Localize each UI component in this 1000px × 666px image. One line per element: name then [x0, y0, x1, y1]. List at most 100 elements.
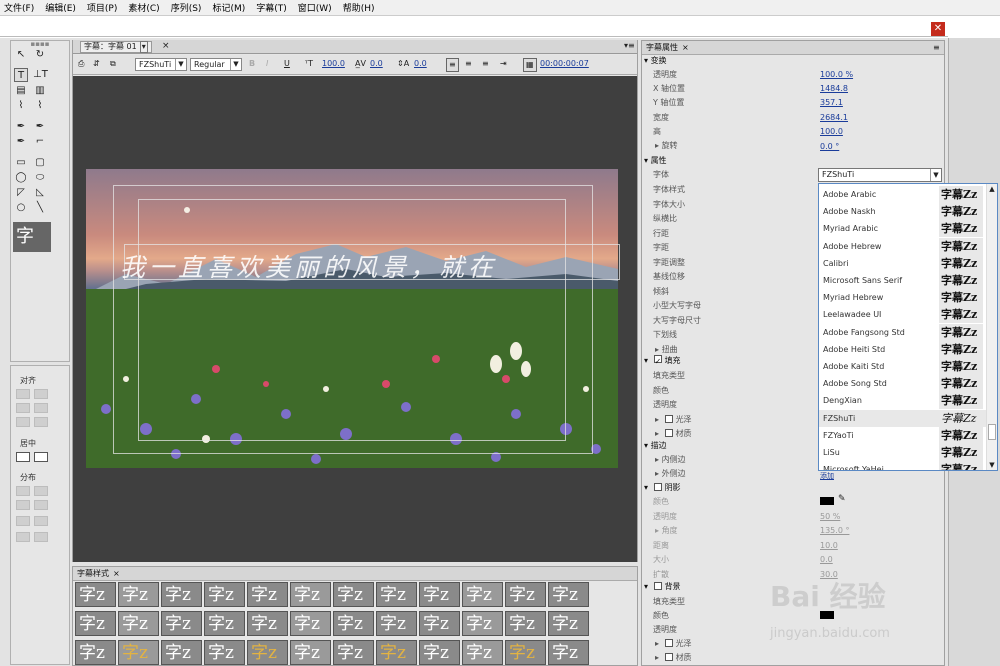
fill-row-label[interactable]: ▸ 光泽: [655, 414, 692, 426]
scroll-thumb[interactable]: [988, 424, 996, 440]
align-left-icon[interactable]: [16, 389, 30, 399]
distribute-right-icon[interactable]: [16, 500, 30, 510]
menu-sequence[interactable]: 序列(S): [171, 1, 202, 14]
style-swatch[interactable]: 字z: [75, 640, 116, 665]
style-swatch[interactable]: 字z: [548, 582, 589, 607]
kerning-value[interactable]: 0.0: [370, 58, 383, 70]
font-list-item[interactable]: Myriad Arabic 字幕Zz: [819, 220, 987, 238]
align-right-icon[interactable]: [16, 417, 30, 427]
italic-icon[interactable]: I: [266, 58, 268, 70]
style-swatch[interactable]: 字z: [75, 582, 116, 607]
rotation-value[interactable]: 0.0 °: [820, 141, 839, 153]
style-swatch[interactable]: 字z: [333, 582, 374, 607]
font-list-item[interactable]: FZYaoTi 字幕Zz: [819, 426, 987, 444]
font-list-item[interactable]: Microsoft YaHei 字幕Zz: [819, 461, 987, 470]
path-type-tool-icon[interactable]: ⌇: [14, 99, 28, 113]
ellipse-tool-icon[interactable]: ○: [14, 201, 28, 215]
panel-menu-icon[interactable]: ▾≡: [624, 41, 635, 50]
style-swatch[interactable]: 字z: [333, 640, 374, 665]
arc-tool-icon[interactable]: ◺: [33, 186, 47, 200]
y-position-value[interactable]: 357.1: [820, 97, 843, 109]
distribute-vspace-icon[interactable]: [34, 532, 48, 542]
selection-tool-icon[interactable]: ↖: [14, 48, 28, 62]
distribute-left-icon[interactable]: [16, 486, 30, 496]
style-swatch[interactable]: 字z: [505, 640, 546, 665]
style-swatch[interactable]: 字z: [290, 611, 331, 636]
shadow-row-value[interactable]: 10.0: [820, 540, 838, 552]
rounded-corner-tool-icon[interactable]: ⬭: [33, 171, 47, 185]
distribute-top-icon[interactable]: [16, 516, 30, 526]
add-anchor-tool-icon[interactable]: ✒: [14, 135, 28, 149]
font-list-item[interactable]: Adobe Song Std 字幕Zz: [819, 375, 987, 393]
style-swatch[interactable]: 字z: [462, 582, 503, 607]
scroll-down-icon[interactable]: ▼: [987, 460, 997, 470]
clipped-corner-tool-icon[interactable]: ◯: [14, 171, 28, 185]
style-swatch[interactable]: 字z: [290, 640, 331, 665]
timecode-value[interactable]: 00:00:00:07: [540, 58, 589, 70]
outer-stroke-row[interactable]: ▸ 外侧边: [655, 468, 686, 480]
inner-stroke-row[interactable]: ▸ 内侧边: [655, 454, 686, 466]
tab-close-icon[interactable]: ×: [162, 41, 170, 51]
height-value[interactable]: 100.0: [820, 126, 843, 138]
rotation-label[interactable]: ▸ 旋转: [655, 140, 678, 152]
vertical-path-type-tool-icon[interactable]: ⌇: [33, 99, 47, 113]
font-family-dropdown[interactable]: FZShuTi ▼: [818, 168, 942, 182]
vertical-area-type-tool-icon[interactable]: ▥: [33, 84, 47, 98]
distribute-center-icon[interactable]: [34, 486, 48, 496]
style-swatch[interactable]: 字z: [118, 582, 159, 607]
tab-close-icon[interactable]: ×: [113, 569, 120, 578]
font-list-item[interactable]: DengXian 字幕Zz: [819, 392, 987, 410]
font-list-item[interactable]: Adobe Arabic 字幕Zz: [819, 186, 987, 203]
x-position-value[interactable]: 1484.8: [820, 83, 848, 95]
background-row-label[interactable]: ▸ 材质: [655, 652, 692, 664]
close-button[interactable]: ✕: [931, 22, 945, 36]
font-list-item[interactable]: Adobe Fangsong Std 字幕Zz: [819, 323, 987, 341]
background-checkbox[interactable]: [653, 582, 662, 590]
style-swatch[interactable]: 字z: [161, 611, 202, 636]
transform-group[interactable]: ▾ 变换: [644, 55, 667, 67]
width-value[interactable]: 2684.1: [820, 112, 848, 124]
type-tool-icon[interactable]: T: [14, 68, 28, 82]
eyedropper-icon[interactable]: ✎: [838, 494, 846, 504]
shadow-group[interactable]: ▾ 阴影: [644, 482, 681, 494]
style-swatch[interactable]: 字z: [247, 640, 288, 665]
pen-tool-icon[interactable]: ✒: [14, 120, 28, 134]
font-list-item[interactable]: Adobe Heiti Std 字幕Zz: [819, 340, 987, 358]
row-checkbox[interactable]: [664, 429, 673, 437]
row-checkbox[interactable]: [664, 639, 673, 647]
font-style-select[interactable]: Regular ▼: [190, 58, 242, 71]
show-video-icon[interactable]: ▦: [523, 58, 537, 72]
shadow-row-value[interactable]: 0.0: [820, 554, 833, 566]
style-swatch[interactable]: 字z: [548, 611, 589, 636]
fill-group[interactable]: ▾ ✓ 填充: [644, 355, 681, 367]
style-swatch[interactable]: 字z: [204, 611, 245, 636]
font-dropdown-list[interactable]: Adobe Arabic 字幕Zz Adobe Naskh 字幕Zz Myriad Ar…: [818, 183, 998, 471]
style-swatch[interactable]: 字z: [376, 611, 417, 636]
font-list-item[interactable]: Adobe Naskh 字幕Zz: [819, 203, 987, 221]
center-text-icon[interactable]: ≡: [465, 58, 472, 70]
properties-tab[interactable]: 字幕属性 ×: [642, 41, 944, 55]
font-list-scrollbar[interactable]: ▲ ▼: [986, 184, 997, 470]
font-size-value[interactable]: 100.0: [322, 58, 345, 70]
font-list-item[interactable]: LiSu 字幕Zz: [819, 444, 987, 461]
font-list-item[interactable]: FZShuTi 字幕Zz: [819, 409, 987, 427]
attributes-group[interactable]: ▾ 属性: [644, 155, 667, 167]
align-top-icon[interactable]: [16, 403, 30, 413]
style-swatch[interactable]: 字z: [505, 582, 546, 607]
vertical-type-tool-icon[interactable]: ⊥T: [33, 68, 48, 82]
style-swatch[interactable]: 字z: [247, 582, 288, 607]
roll-crawl-icon[interactable]: ⇵: [93, 58, 100, 70]
menu-edit[interactable]: 编辑(E): [45, 1, 76, 14]
font-list-item[interactable]: Adobe Kaiti Std 字幕Zz: [819, 358, 987, 375]
style-swatch[interactable]: 字z: [118, 611, 159, 636]
style-swatch[interactable]: 字z: [462, 611, 503, 636]
font-list-item[interactable]: Microsoft Sans Serif 字幕Zz: [819, 272, 987, 289]
tab-title-01[interactable]: 字幕：字幕 01 ▾: [80, 41, 152, 53]
align-left-text-icon[interactable]: ≡: [446, 58, 459, 72]
style-swatch[interactable]: 字z: [290, 582, 331, 607]
shadow-color-swatch[interactable]: [820, 497, 834, 505]
line-tool-icon[interactable]: ╲: [33, 201, 47, 215]
style-swatch[interactable]: 字z: [462, 640, 503, 665]
font-family-select[interactable]: FZShuTi ▼: [135, 58, 187, 71]
style-swatch[interactable]: 字z: [376, 640, 417, 665]
